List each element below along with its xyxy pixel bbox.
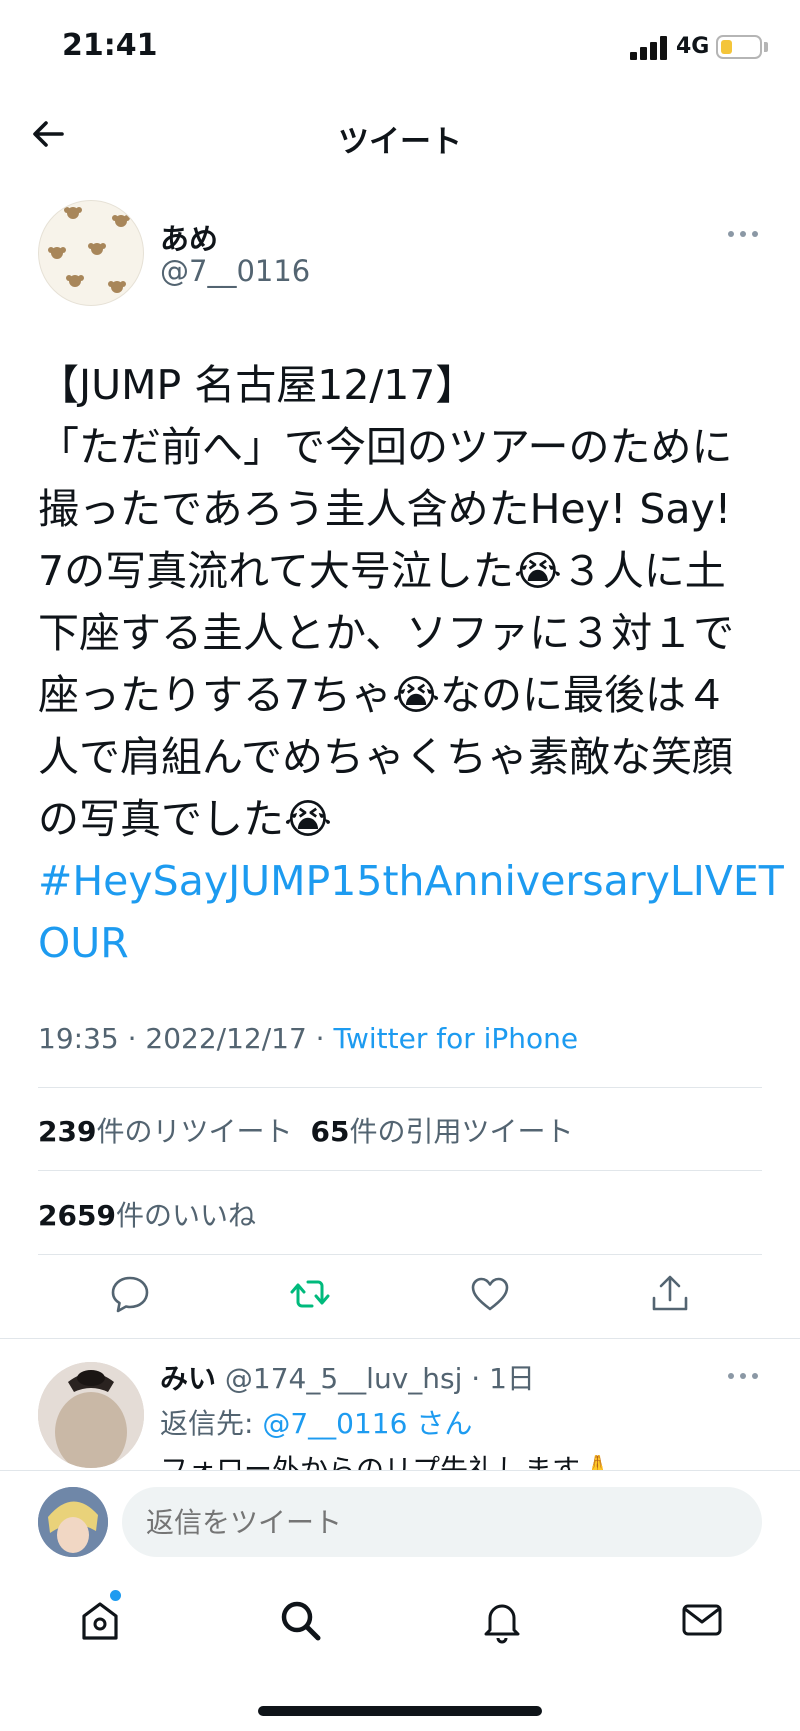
search-icon[interactable] — [276, 1596, 324, 1644]
heart-icon[interactable] — [468, 1272, 512, 1316]
tweet-text-line: の写真でした😭 — [38, 795, 332, 843]
tweet-source-link[interactable]: Twitter for iPhone — [333, 1022, 578, 1055]
hashtag-link[interactable]: #HeySayJUMP15thAnniversaryLIVET — [38, 850, 784, 912]
reply-to-mention[interactable]: @7__0116 さん — [262, 1407, 472, 1440]
battery-icon — [716, 35, 762, 59]
reply-more-options-icon[interactable] — [726, 1370, 760, 1382]
reply-header: みい @174_5__luv_hsj · 1日 — [160, 1357, 535, 1397]
likes-count[interactable]: 2659 — [38, 1199, 116, 1232]
home-icon[interactable] — [76, 1596, 124, 1644]
author-avatar[interactable] — [38, 200, 144, 306]
retweets-count[interactable]: 239 — [38, 1115, 96, 1148]
tweet-text-line: 撮ったであろう圭人含めたHey! Say! — [38, 485, 732, 533]
user-photo-image — [38, 1487, 108, 1557]
author-handle[interactable]: @7__0116 — [160, 254, 310, 288]
more-options-icon[interactable] — [726, 228, 760, 240]
tweet-text-line: 下座する圭人とか、ソファに３対１で — [38, 609, 735, 657]
tweet-text-line: 座ったりする7ちゃ😭なのに最後は４ — [38, 671, 727, 719]
home-notification-dot — [110, 1590, 121, 1601]
tweet-text-line: 7の写真流れて大号泣した😭３人に土 — [38, 547, 726, 595]
home-indicator — [258, 1706, 542, 1716]
divider — [38, 1087, 762, 1088]
tweet-actions — [0, 1272, 800, 1328]
divider — [38, 1254, 762, 1255]
likes-label[interactable]: 件のいいね — [116, 1199, 256, 1232]
comment-icon[interactable] — [108, 1272, 152, 1316]
reply-author-name[interactable]: みい — [160, 1362, 216, 1395]
network-type: 4G — [676, 34, 710, 59]
tweet-text-line: 【JUMP 名古屋12/17】 — [38, 361, 477, 409]
bear-pattern-image — [48, 207, 130, 293]
divider — [38, 1170, 762, 1171]
quotes-count[interactable]: 65 — [310, 1115, 349, 1148]
tweet-text: 【JUMP 名古屋12/17】 「ただ前へ」で今回のツアーのために 撮ったであろ… — [38, 354, 784, 974]
reply-input[interactable] — [122, 1487, 762, 1557]
tweet-text-line: 「ただ前へ」で今回のツアーのために — [38, 423, 733, 471]
tweet-text-line: 人で肩組んでめちゃくちゃ素敵な笑顔 — [38, 733, 733, 781]
retweet-icon[interactable] — [288, 1272, 332, 1316]
current-user-avatar[interactable] — [38, 1487, 108, 1557]
top-bar: ツイート — [0, 96, 800, 176]
cellular-signal-icon — [630, 36, 668, 60]
reply-compose-bar — [0, 1470, 800, 1568]
reply-to: 返信先: @7__0116 さん — [160, 1402, 472, 1442]
reply-author-avatar[interactable] — [38, 1362, 144, 1468]
share-icon[interactable] — [648, 1272, 692, 1316]
reply-to-label: 返信先: — [160, 1407, 263, 1440]
avatar-photo-image — [38, 1362, 144, 1468]
retweets-label[interactable]: 件のリツイート — [96, 1115, 292, 1148]
hashtag-link[interactable]: OUR — [38, 912, 758, 974]
battery-cap — [764, 42, 768, 52]
quotes-label[interactable]: 件の引用ツイート — [349, 1115, 573, 1148]
bottom-tab-bar — [0, 1568, 800, 1731]
divider — [0, 1338, 800, 1339]
notifications-icon[interactable] — [478, 1596, 526, 1644]
retweet-stats: 239件のリツイート 65件の引用ツイート — [38, 1110, 573, 1150]
reply-author-handle[interactable]: @174_5__luv_hsj · 1日 — [225, 1362, 535, 1395]
messages-icon[interactable] — [678, 1596, 726, 1644]
tweet-time: 19:35 · 2022/12/17 · — [38, 1022, 334, 1055]
like-stats: 2659件のいいね — [38, 1194, 256, 1234]
page-title: ツイート — [338, 124, 462, 160]
tweet-timestamp: 19:35 · 2022/12/17 · Twitter for iPhone — [38, 1022, 578, 1055]
author-name[interactable]: あめ — [160, 216, 218, 258]
status-bar: 21:41 4G — [0, 0, 800, 96]
status-time: 21:41 — [62, 28, 158, 63]
